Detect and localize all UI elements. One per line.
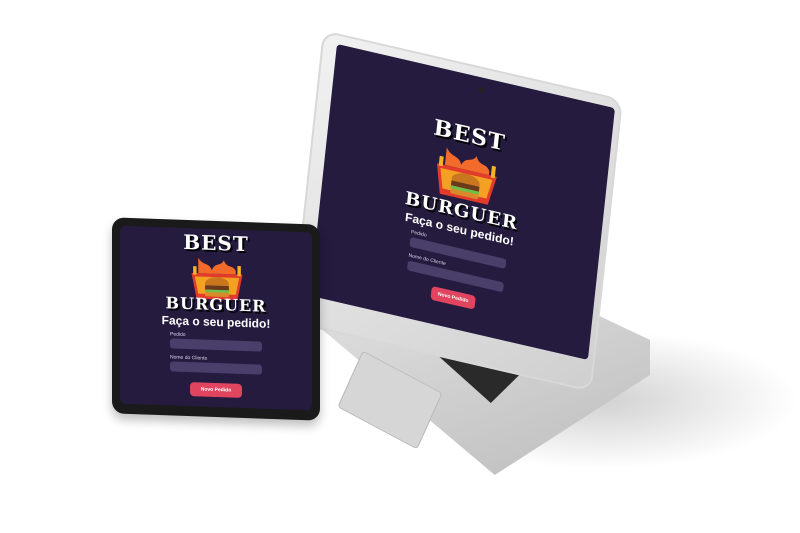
tablet-screen: BEST BURGUER Faça o seu pedido! Pedido N… — [120, 225, 312, 411]
order-label: Pedido — [170, 331, 186, 338]
device-mockup-scene: BEST BURGUER Faça o seu pedido! Pedido N… — [0, 0, 800, 533]
new-order-button[interactable]: Novo Pedido — [190, 382, 242, 398]
tablet-app: BEST BURGUER Faça o seu pedido! Pedido N… — [120, 226, 312, 411]
laptop-camera — [478, 87, 484, 93]
client-name-input[interactable] — [170, 361, 262, 375]
new-order-button[interactable]: Novo Pedido — [430, 285, 476, 310]
logo-best-text: BEST — [183, 229, 249, 257]
order-input[interactable] — [170, 338, 262, 352]
